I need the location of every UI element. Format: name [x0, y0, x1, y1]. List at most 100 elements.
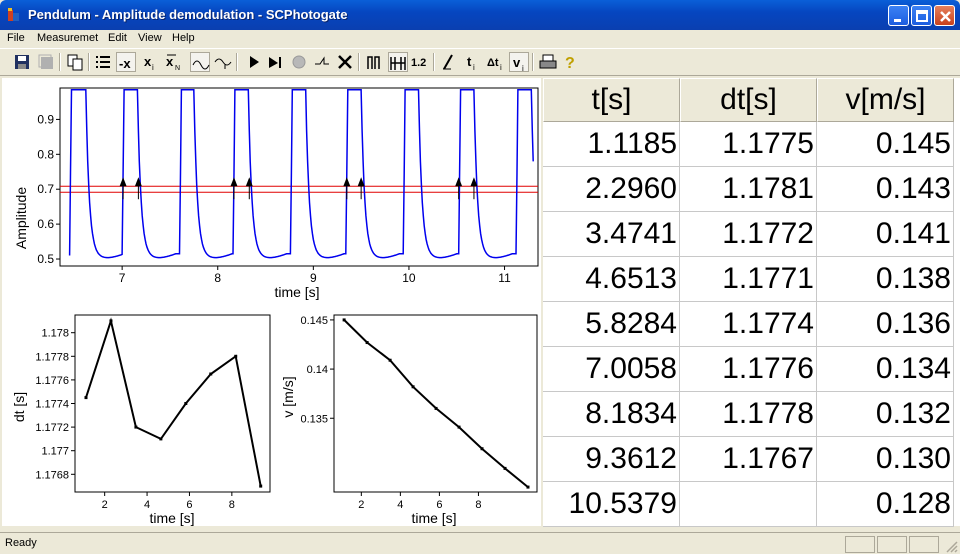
menu-measurement[interactable]: Measuremet	[37, 32, 98, 44]
window-title: Pendulum - Amplitude demodulation - SCPh…	[28, 7, 348, 22]
dt-ytick-label: 1.1778	[35, 351, 69, 363]
status-pane	[909, 536, 939, 553]
close-button[interactable]	[934, 5, 955, 26]
svg-text:i: i	[522, 64, 524, 73]
amplitude-chart[interactable]: Amplitude time [s] 7 8 9 10 11 0.5 0.6 0.7 0.8 0.…	[2, 78, 541, 307]
trigger-icon[interactable]	[312, 52, 332, 72]
amplitude-xtick-label: 8	[214, 271, 221, 285]
dt-series-line	[85, 317, 262, 487]
table-cell[interactable]: 10.5379	[543, 482, 680, 527]
velocity-ytick-label: 0.14	[307, 364, 328, 376]
table-cell[interactable]: 0.136	[817, 302, 954, 347]
dt-ytick-label: 1.178	[41, 328, 69, 340]
dt-xtick-label: 8	[229, 499, 235, 511]
velocity-chart[interactable]: v [m/s] time [s] 2 4 6 8 0.135 0.14 0.145	[274, 307, 541, 526]
svg-text:N: N	[175, 65, 180, 72]
table-cell[interactable]: 1.1778	[680, 392, 817, 437]
table-cell[interactable]: 1.1775	[680, 122, 817, 167]
dt-plot-panel[interactable]: dt [s] time [s] 2 4 6 8 1.1768 1.177 1.1772 1.1…	[2, 307, 274, 526]
toolbar-separator	[358, 53, 360, 71]
x-mean-icon[interactable]: xN	[164, 52, 184, 72]
save-icon[interactable]	[12, 52, 32, 72]
table-cell[interactable]: 0.145	[817, 122, 954, 167]
dt-ylabel: dt [s]	[11, 392, 27, 422]
x-index-icon[interactable]: xi	[141, 52, 161, 72]
pulse-pair-icon[interactable]	[388, 52, 408, 72]
list-icon[interactable]	[93, 52, 113, 72]
amplitude-plot-panel[interactable]: Amplitude time [s] 7 8 9 10 11 0.5 0.6 0.7 0.8 0.…	[2, 78, 541, 307]
table-cell[interactable]: 3.4741	[543, 212, 680, 257]
amplitude-ytick-label: 0.8	[37, 147, 54, 161]
table-cell[interactable]: 0.143	[817, 167, 954, 212]
table-cell[interactable]: 1.1774	[680, 302, 817, 347]
table-cell[interactable]: 2.2960	[543, 167, 680, 212]
v-index-icon[interactable]: vi	[509, 52, 529, 73]
velocity-plot-panel[interactable]: v [m/s] time [s] 2 4 6 8 0.135 0.14 0.145	[274, 307, 541, 526]
table-cell[interactable]: 8.1834	[543, 392, 680, 437]
delta-t-icon[interactable]: Δt i	[486, 52, 506, 72]
status-text: Ready	[5, 537, 37, 549]
table-cell[interactable]: 1.1781	[680, 167, 817, 212]
toolbar-separator	[433, 53, 435, 71]
play-icon[interactable]	[244, 52, 264, 72]
table-cell[interactable]: 1.1772	[680, 212, 817, 257]
menu-view[interactable]: View	[138, 32, 162, 44]
menu-help[interactable]: Help	[172, 32, 195, 44]
crossing-marker	[230, 177, 238, 187]
table-cell[interactable]: 1.1185	[543, 122, 680, 167]
column-header-dt[interactable]: dt[s]	[680, 78, 817, 122]
table-cell[interactable]: 9.3612	[543, 437, 680, 482]
resize-grip-icon[interactable]	[944, 539, 958, 553]
app-icon[interactable]	[6, 7, 22, 23]
amplitude-ytick-label: 0.7	[37, 182, 54, 196]
table-cell[interactable]: 1.1767	[680, 437, 817, 482]
help-icon[interactable]: ?	[560, 52, 580, 72]
velocity-point	[526, 485, 530, 489]
table-cell[interactable]: 0.128	[817, 482, 954, 527]
maximize-button[interactable]	[911, 5, 932, 26]
velocity-ytick-label: 0.145	[300, 315, 328, 327]
dt-point	[209, 372, 213, 376]
table-cell[interactable]: 0.130	[817, 437, 954, 482]
velocity-frame	[333, 314, 538, 493]
toolbar-separator	[88, 53, 90, 71]
table-cell[interactable]: 1.1776	[680, 347, 817, 392]
dt-ytick-label: 1.1776	[35, 375, 69, 387]
status-bar: Ready	[0, 532, 960, 554]
results-table[interactable]: t[s] dt[s] v[m/s] 1.1185 1.1775 0.145 2.296…	[543, 78, 960, 527]
velocity-xtick-label: 8	[475, 499, 481, 511]
remove-point-icon[interactable]: -x	[116, 52, 136, 72]
table-cell[interactable]: 7.0058	[543, 347, 680, 392]
column-header-v[interactable]: v[m/s]	[817, 78, 954, 122]
copy-icon[interactable]	[65, 52, 85, 72]
column-header-t[interactable]: t[s]	[543, 78, 680, 122]
numbers-icon[interactable]: 1.2	[410, 52, 430, 72]
table-cell[interactable]: 0.132	[817, 392, 954, 437]
t-index-icon[interactable]: ti	[463, 52, 483, 72]
pulse-icon[interactable]	[365, 52, 385, 72]
print-icon[interactable]	[538, 52, 558, 72]
velocity-point	[480, 447, 484, 451]
table-cell[interactable]: 1.1771	[680, 257, 817, 302]
table-cell[interactable]: 0.138	[817, 257, 954, 302]
slope-icon[interactable]	[440, 52, 460, 72]
save-all-icon[interactable]	[36, 52, 56, 72]
title-bar[interactable]: Pendulum - Amplitude demodulation - SCPh…	[0, 0, 960, 30]
dt-chart[interactable]: dt [s] time [s] 2 4 6 8 1.1768 1.177 1.1772 1.1…	[2, 307, 274, 526]
table-cell[interactable]	[680, 482, 817, 527]
stop-icon[interactable]	[335, 52, 355, 72]
amplitude-signal-trace	[68, 88, 534, 259]
step-icon[interactable]	[266, 52, 286, 72]
table-cell[interactable]: 5.8284	[543, 302, 680, 347]
table-cell[interactable]: 0.134	[817, 347, 954, 392]
record-icon[interactable]	[289, 52, 309, 72]
minimize-button[interactable]	[888, 5, 909, 26]
wave-threshold-icon[interactable]	[213, 52, 233, 72]
menu-file[interactable]: File	[7, 32, 25, 44]
menu-edit[interactable]: Edit	[108, 32, 127, 44]
wave-filter-icon[interactable]	[190, 52, 210, 72]
amplitude-frame	[59, 87, 539, 267]
table-cell[interactable]: 0.141	[817, 212, 954, 257]
amplitude-xlabel: time [s]	[274, 284, 319, 300]
table-cell[interactable]: 4.6513	[543, 257, 680, 302]
